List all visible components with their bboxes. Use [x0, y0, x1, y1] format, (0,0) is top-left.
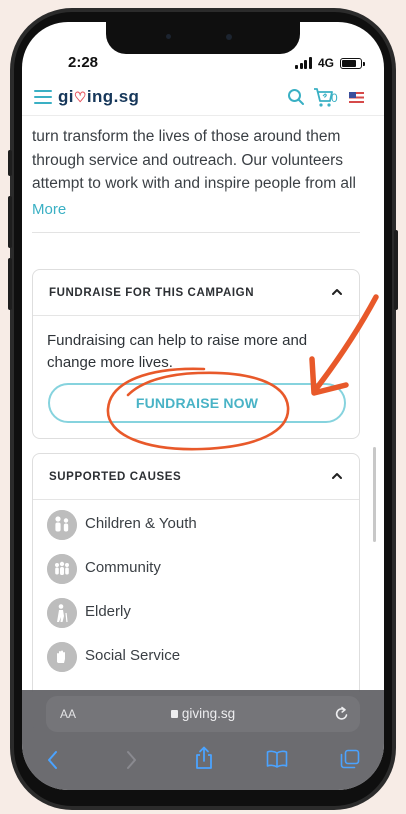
chevron-up-icon[interactable] — [331, 470, 343, 482]
annotation-circle — [106, 367, 290, 451]
cart-icon[interactable] — [313, 86, 333, 108]
search-icon[interactable] — [287, 88, 305, 106]
battery-icon — [340, 57, 365, 69]
fundraise-card-title: FUNDRAISE FOR THIS CAMPAIGN — [49, 287, 255, 299]
tabs-icon[interactable] — [340, 749, 360, 769]
giving-sg-logo[interactable]: gi♡ing.sg — [58, 87, 139, 107]
hamburger-menu-icon[interactable] — [34, 90, 52, 104]
supported-causes-card: SUPPORTED CAUSES Children & Youth Commun… — [32, 453, 360, 692]
campaign-description: turn transform the lives of those around… — [32, 125, 364, 196]
cause-label: Community — [85, 559, 161, 576]
cause-item: Community — [47, 554, 337, 586]
elderly-icon — [47, 598, 77, 628]
description-line: through service and outreach. Our volunt… — [32, 151, 344, 169]
cause-label: Children & Youth — [85, 515, 197, 532]
front-camera — [226, 34, 232, 40]
cause-label: Social Service — [85, 647, 181, 664]
description-line: turn transform the lives of those around… — [32, 128, 341, 145]
bookmarks-icon[interactable] — [266, 750, 288, 768]
description-fade — [22, 187, 384, 223]
status-indicators: 4G — [295, 56, 365, 70]
flag-icon[interactable] — [349, 92, 364, 103]
community-icon — [47, 554, 77, 584]
scrollbar[interactable] — [373, 447, 376, 542]
url-text: giving.sg — [181, 706, 236, 721]
cart-count: 0 — [331, 91, 338, 105]
section-divider — [32, 232, 360, 233]
notch — [106, 22, 300, 54]
back-icon[interactable] — [46, 750, 60, 770]
cause-label: Elderly — [85, 603, 131, 620]
more-link[interactable]: More — [32, 201, 66, 218]
causes-card-header[interactable]: SUPPORTED CAUSES — [33, 454, 359, 500]
signal-icon — [295, 57, 312, 69]
volume-up-button — [8, 196, 12, 248]
status-time: 2:28 — [68, 54, 99, 71]
forward-icon[interactable] — [124, 750, 138, 770]
social-service-icon — [47, 642, 77, 672]
volume-down-button — [8, 258, 12, 310]
cause-item: Children & Youth — [47, 510, 337, 542]
children-youth-icon — [47, 510, 77, 540]
page-content: turn transform the lives of those around… — [22, 117, 384, 692]
power-button — [394, 230, 398, 310]
silent-switch — [8, 150, 12, 176]
url-display[interactable]: giving.sg — [46, 706, 360, 721]
reload-icon[interactable] — [334, 705, 350, 723]
cause-item: Social Service — [47, 642, 337, 674]
causes-card-title: SUPPORTED CAUSES — [49, 471, 182, 483]
address-bar[interactable]: AA giving.sg — [46, 696, 360, 732]
network-type: 4G — [317, 56, 334, 70]
share-icon[interactable] — [194, 746, 214, 770]
cause-item: Elderly — [47, 598, 337, 630]
previous-tab-preview[interactable] — [22, 696, 36, 732]
browser-toolbar: AA giving.sg — [22, 690, 384, 790]
annotation-arrow — [309, 294, 379, 396]
phone-screen: 2:28 4G gi♡ing.sg 0 turn transform the l… — [22, 22, 384, 790]
lock-icon — [170, 710, 178, 718]
front-sensor — [166, 34, 171, 39]
site-header: gi♡ing.sg 0 — [22, 80, 384, 116]
